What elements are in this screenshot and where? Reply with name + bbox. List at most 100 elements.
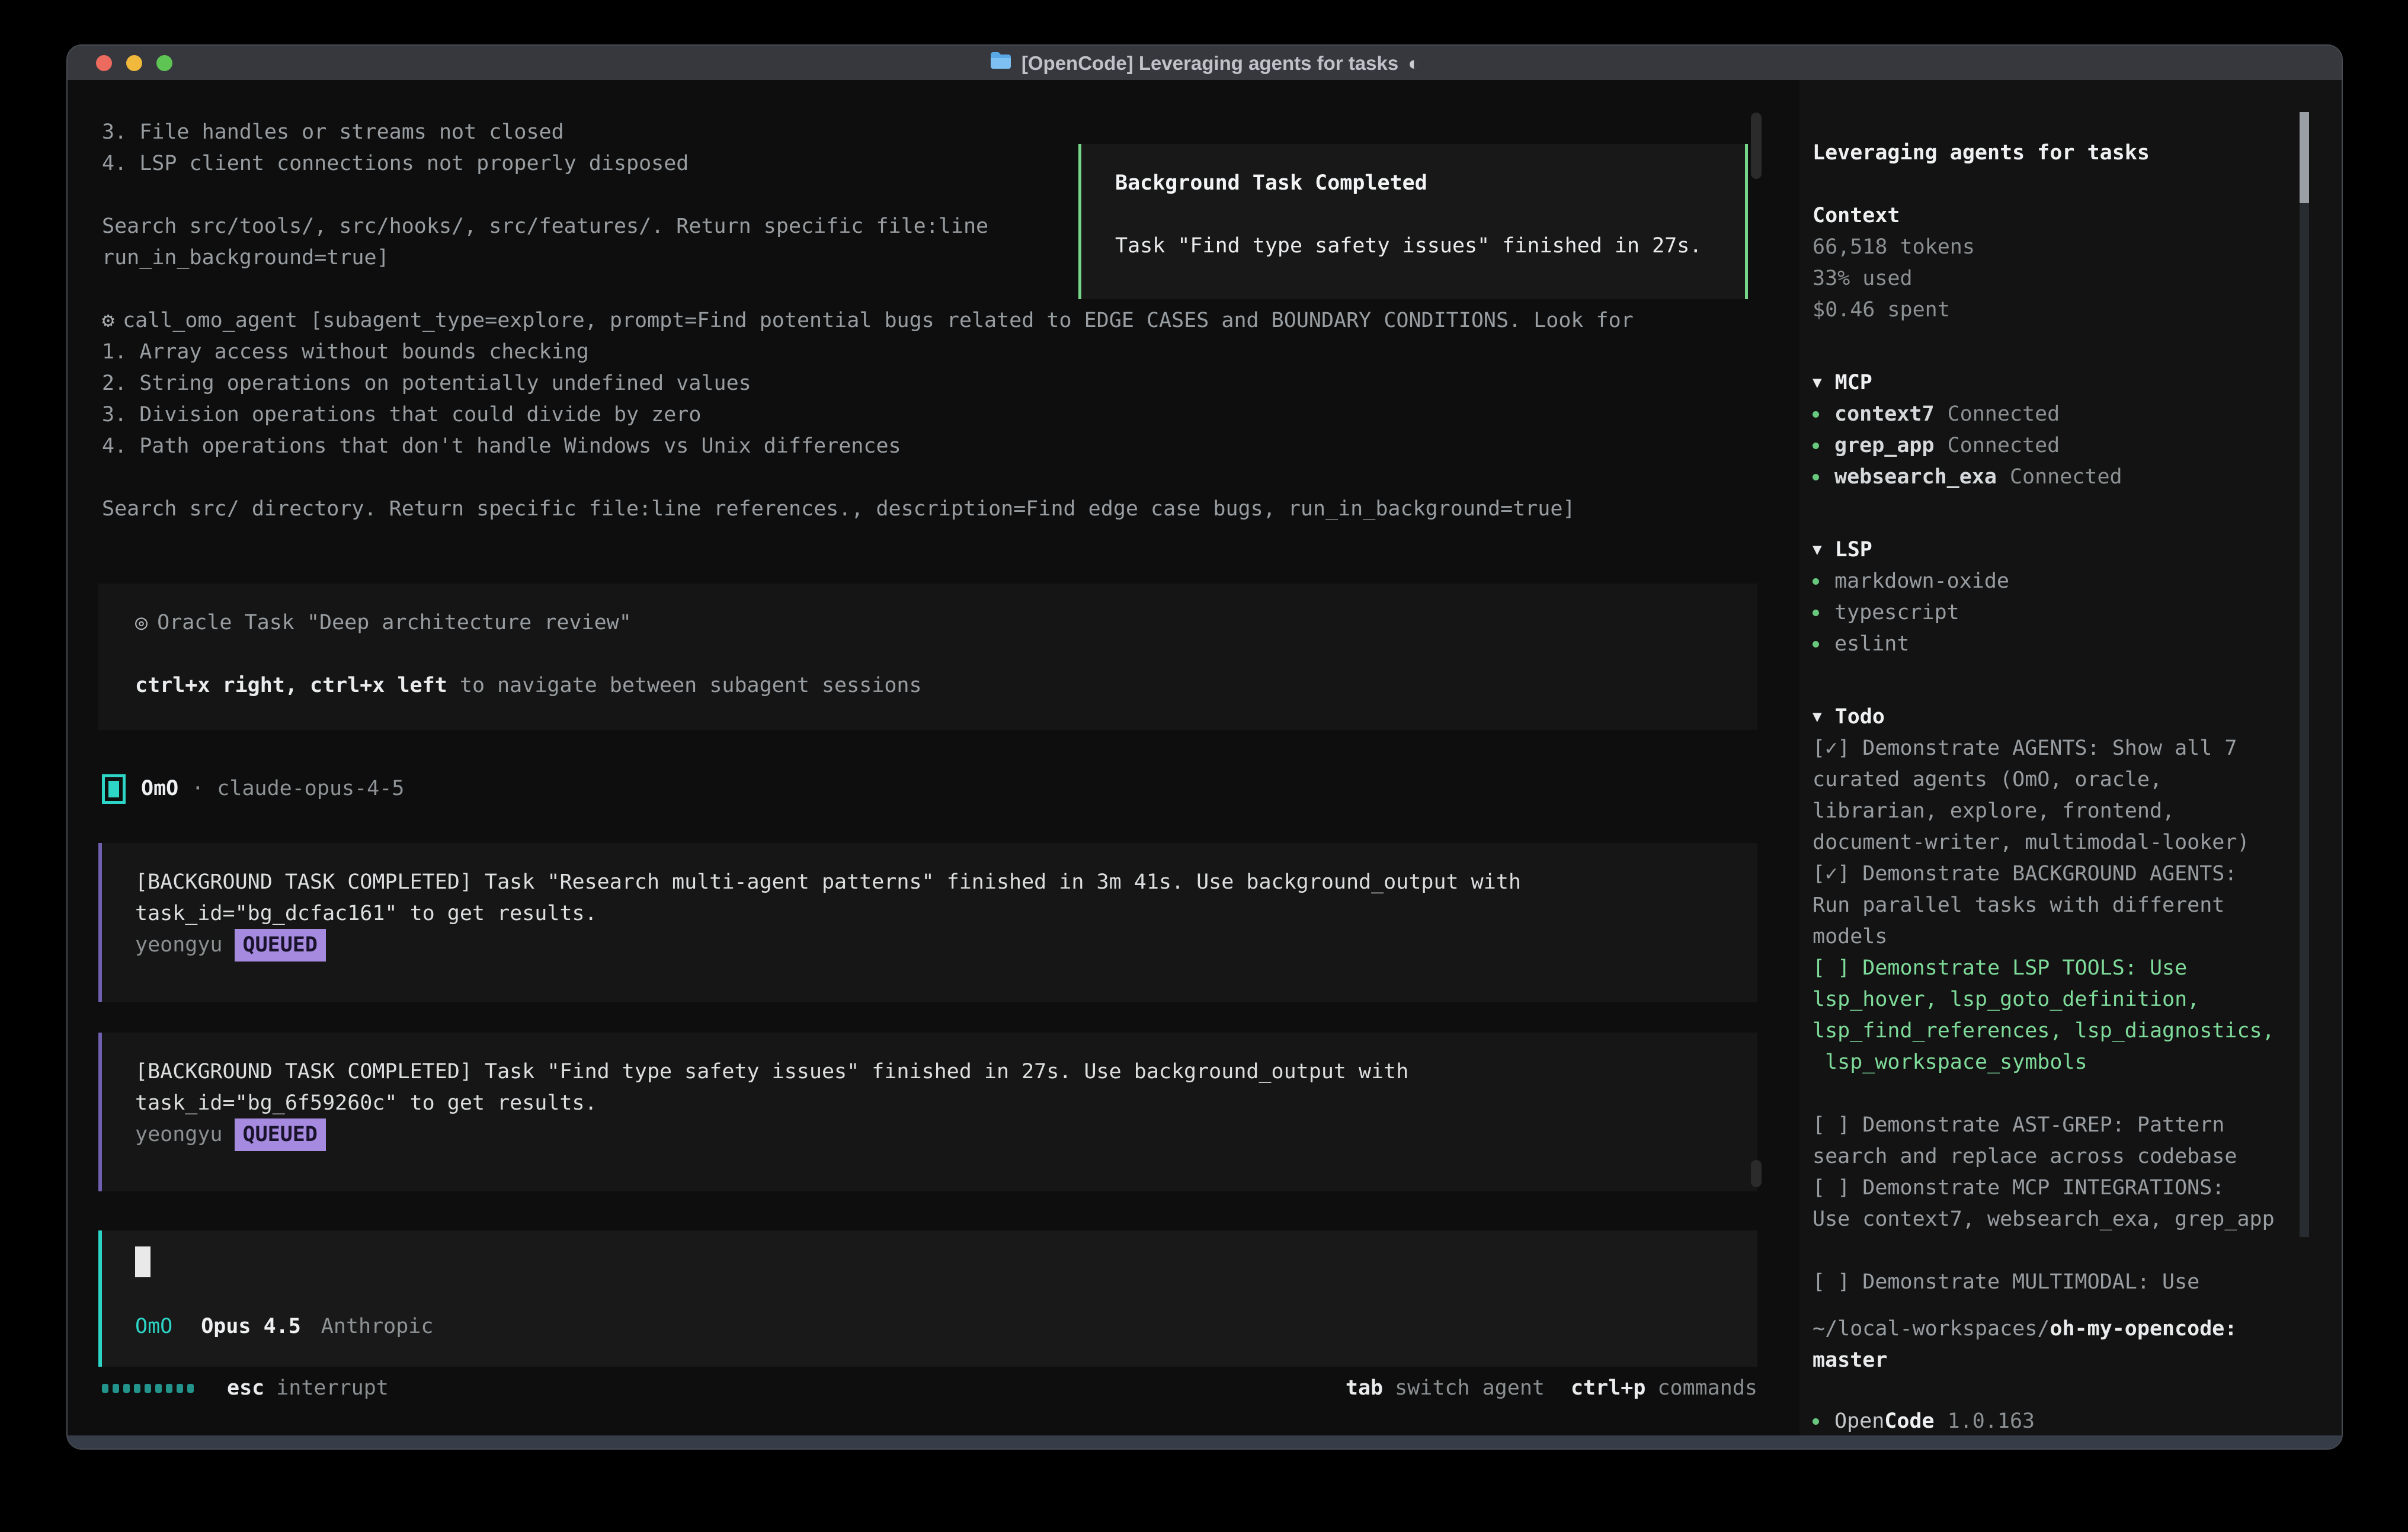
queued-badge: QUEUED	[235, 929, 326, 961]
message-line: task_id="bg_6f59260c" to get results.	[135, 1088, 1408, 1119]
sidebar-scrollbar-track[interactable]	[2300, 203, 2309, 1237]
context-used: 33% used	[1813, 263, 2310, 294]
fullscreen-button[interactable]	[156, 55, 172, 71]
chevron-down-icon[interactable]: ▼	[1813, 701, 1822, 733]
workspace-prefix: ~/local-workspaces/	[1813, 1317, 2050, 1341]
log-line: 2. String operations on potentially unde…	[102, 368, 1761, 399]
esc-key-label: interrupt	[276, 1373, 389, 1404]
chevron-down-icon[interactable]: ▼	[1813, 534, 1822, 566]
version-line: Open Code 1.0.163	[1813, 1406, 2310, 1437]
status-dot-icon	[1813, 1418, 1819, 1425]
session-sidebar: Leveraging agents for tasks Context 66,5…	[1799, 80, 2342, 1435]
chevron-down-icon[interactable]: ▼	[1813, 367, 1822, 399]
background-task-message: [BACKGROUND TASK COMPLETED] Task "Resear…	[98, 843, 1757, 1002]
lsp-item: markdown-oxide	[1813, 566, 2310, 597]
blank-line	[102, 462, 1761, 493]
minimize-button[interactable]	[126, 55, 142, 71]
agent-header: OmO · claude-opus-4-5	[102, 773, 404, 805]
hint-key-right: ctrl+x right,	[135, 674, 297, 697]
todo-item: [ ] Demonstrate MULTIMODAL: Use	[1813, 1267, 2310, 1298]
dot-separator: ·	[191, 773, 204, 805]
app-name-code: Code	[1884, 1406, 1934, 1437]
session-title: Leveraging agents for tasks	[1813, 137, 2310, 169]
message-line: task_id="bg_dcfac161" to get results.	[135, 898, 1521, 930]
working-spinner	[102, 1384, 194, 1393]
prompt-input[interactable]: OmO Opus 4.5 Anthropic	[98, 1230, 1757, 1367]
mcp-item: grep_appConnected	[1813, 430, 2310, 461]
background-task-message: [BACKGROUND TASK COMPLETED] Task "Find t…	[98, 1033, 1757, 1191]
workspace-repo: oh-my-opencode:	[2050, 1317, 2237, 1341]
todo-section-header: ▼ Todo	[1813, 701, 2310, 733]
target-circle-icon: ◎	[135, 611, 148, 634]
input-agent-name: OmO	[135, 1311, 172, 1342]
agent-square-icon	[102, 774, 126, 804]
tool-call-line: ⚙call_omo_agent [subagent_type=explore, …	[102, 305, 1761, 336]
status-dot-icon	[1813, 578, 1819, 585]
status-bar: esc interrupt tab switch agent ctrl+p co…	[102, 1373, 1757, 1404]
close-button[interactable]	[96, 55, 112, 71]
message-author: yeongyu	[135, 930, 223, 961]
message-line: [BACKGROUND TASK COMPLETED] Task "Resear…	[135, 867, 1521, 898]
main-scrollbar-thumb[interactable]	[1751, 113, 1762, 179]
lsp-item: eslint	[1813, 629, 2310, 660]
status-dot-icon	[1813, 474, 1819, 480]
oracle-task-banner: ◎Oracle Task "Deep architecture review" …	[98, 584, 1757, 730]
mcp-item: context7Connected	[1813, 399, 2310, 430]
message-author: yeongyu	[135, 1119, 223, 1150]
log-line: Search src/ directory. Return specific f…	[102, 493, 1761, 525]
lsp-section-header: ▼ LSP	[1813, 534, 2310, 566]
status-dot-icon	[1813, 443, 1819, 449]
subagent-nav-hint: ctrl+x right, ctrl+x left to navigate be…	[135, 670, 922, 701]
tab-key-label: switch agent	[1395, 1373, 1545, 1404]
half-moon-icon: ◐	[1408, 47, 1420, 79]
input-model-name: Opus 4.5	[201, 1311, 301, 1342]
text-cursor	[135, 1246, 150, 1277]
traffic-lights	[96, 55, 172, 71]
context-header: Context	[1813, 200, 2310, 232]
background-task-toast: Background Task Completed Task "Find typ…	[1078, 144, 1748, 299]
gear-icon: ⚙	[102, 309, 114, 332]
folder-icon	[990, 47, 1012, 79]
context-tokens: 66,518 tokens	[1813, 232, 2310, 263]
ctrlp-key-label: commands	[1657, 1373, 1757, 1404]
hint-key-left: ctrl+x left	[310, 674, 447, 697]
input-meta: OmO Opus 4.5 Anthropic	[135, 1311, 433, 1342]
conversation-pane: 3. File handles or streams not closed 4.…	[68, 80, 1801, 1435]
workspace-branch: master	[1813, 1348, 1887, 1372]
app-name-open: Open	[1834, 1406, 1884, 1437]
todo-item: [✓] Demonstrate AGENTS: Show all 7 curat…	[1813, 733, 2310, 858]
toast-title: Background Task Completed	[1115, 168, 1427, 199]
mcp-item: websearch_exaConnected	[1813, 461, 2310, 493]
oracle-task-title: ◎Oracle Task "Deep architecture review"	[135, 607, 632, 639]
log-line: 4. Path operations that don't handle Win…	[102, 431, 1761, 462]
agent-model: claude-opus-4-5	[217, 773, 404, 805]
status-dot-icon	[1813, 641, 1819, 648]
log-line: 3. Division operations that could divide…	[102, 399, 1761, 431]
status-dot-icon	[1813, 610, 1819, 616]
hint-text: to navigate between subagent sessions	[460, 674, 922, 697]
app-version: 1.0.163	[1948, 1406, 2035, 1437]
agent-name: OmO	[141, 773, 178, 805]
tab-key-hint: tab	[1346, 1373, 1383, 1404]
context-spent: $0.46 spent	[1813, 294, 2310, 326]
opencode-terminal-window: [OpenCode] Leveraging agents for tasks ◐…	[66, 44, 2343, 1450]
window-titlebar: [OpenCode] Leveraging agents for tasks ◐	[68, 46, 2342, 80]
todo-item: [ ] Demonstrate AST-GREP: Pattern search…	[1813, 1110, 2310, 1172]
ctrlp-key-hint: ctrl+p	[1571, 1373, 1645, 1404]
sidebar-scrollbar-thumb[interactable]	[2300, 112, 2309, 203]
todo-item: [ ] Demonstrate LSP TOOLS: Use lsp_hover…	[1813, 953, 2310, 1078]
status-dot-icon	[1813, 411, 1819, 418]
main-scrollbar-thumb[interactable]	[1751, 1160, 1762, 1187]
esc-key-hint: esc	[227, 1373, 264, 1404]
mcp-section-header: ▼ MCP	[1813, 367, 2310, 399]
todo-item: [ ] Demonstrate MCP INTEGRATIONS: Use co…	[1813, 1172, 2310, 1235]
lsp-item: typescript	[1813, 597, 2310, 629]
message-line: [BACKGROUND TASK COMPLETED] Task "Find t…	[135, 1056, 1408, 1088]
workspace-path: ~/local-workspaces/oh-my-opencode: master	[1813, 1313, 2310, 1376]
window-title: [OpenCode] Leveraging agents for tasks	[1022, 47, 1398, 79]
toast-body: Task "Find type safety issues" finished …	[1115, 230, 1702, 262]
queued-badge: QUEUED	[235, 1118, 326, 1151]
input-provider-name: Anthropic	[321, 1311, 434, 1342]
window-bottom-edge	[68, 1435, 2342, 1448]
todo-item: [✓] Demonstrate BACKGROUND AGENTS: Run p…	[1813, 858, 2310, 953]
